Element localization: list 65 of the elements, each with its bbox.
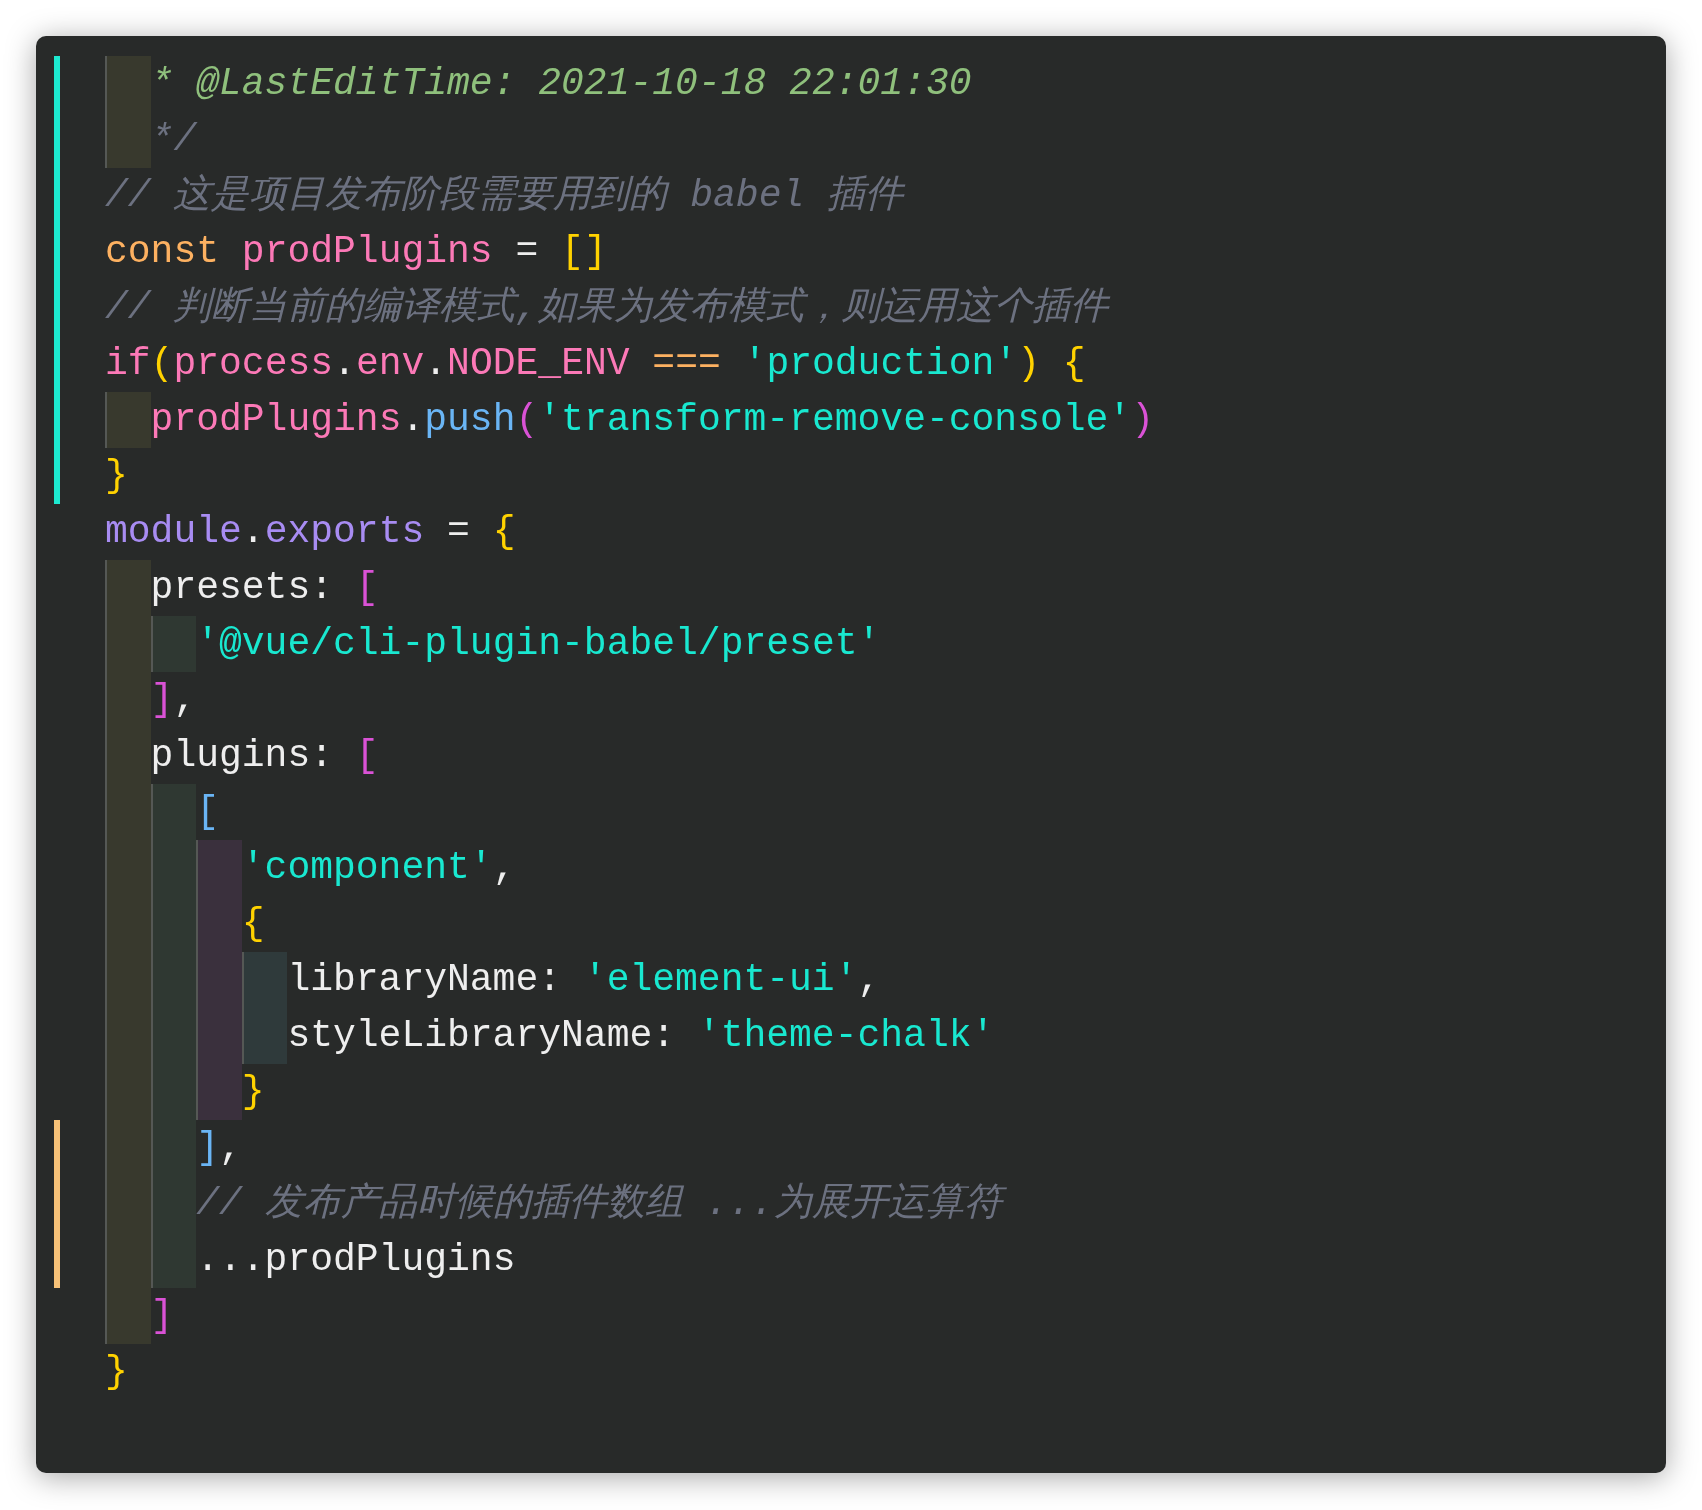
code-token: plugins:: [150, 733, 335, 779]
code-token: .: [401, 397, 425, 443]
code-token: ,: [857, 957, 881, 1003]
code-token: // 判断当前的编译模式,如果为发布模式，则运用这个插件: [105, 285, 1112, 331]
code-token: {: [241, 901, 265, 947]
code-token: */: [150, 117, 199, 163]
code-token: exports: [264, 509, 425, 555]
code-token: env: [355, 341, 425, 387]
code-token: module: [105, 509, 242, 555]
code-token: }: [105, 1349, 128, 1395]
code-token: ,: [173, 677, 197, 723]
code-token: }: [105, 453, 128, 499]
code-token: ]: [150, 677, 174, 723]
code-token: .: [333, 341, 356, 387]
indent-guide: [241, 952, 288, 1008]
code-token: process: [173, 341, 334, 387]
code-token: 'transform-remove-console': [538, 397, 1132, 443]
code-token: // 这是项目发布阶段需要用到的 babel 插件: [105, 173, 907, 219]
code-token: // 发布产品时候的插件数组 ...为展开运算符: [196, 1176, 1010, 1232]
indent-guide: [196, 1064, 242, 1120]
code-token: NODE_ENV: [447, 341, 630, 387]
code-token: {: [492, 509, 516, 555]
indent-guide: [105, 112, 151, 168]
indent-guide: [196, 840, 242, 896]
code-token: ...prodPlugins: [196, 1237, 516, 1283]
indent-guide: [241, 1008, 288, 1064]
code-token: ,: [492, 845, 516, 891]
indent-guide: [105, 560, 151, 616]
code-token: (: [515, 397, 539, 443]
code-token: [: [355, 733, 379, 779]
code-token: [: [355, 565, 379, 611]
indent-guide: [105, 392, 151, 448]
code-token: styleLibraryName:: [287, 1013, 677, 1059]
code-token: presets:: [150, 565, 335, 611]
code-token: ): [1131, 397, 1154, 443]
code-token: []: [561, 229, 607, 275]
code-token: ]: [196, 1125, 219, 1171]
code-token: ]: [150, 1293, 174, 1339]
code-token: push: [424, 397, 516, 443]
code-token: 'component': [241, 845, 493, 891]
code-token: 'production': [743, 341, 1018, 387]
code-token: .: [241, 509, 265, 555]
code-token: libraryName:: [287, 957, 563, 1003]
code-token: prodPlugins: [241, 229, 493, 275]
code-token: prodPlugins: [150, 397, 402, 443]
code-token: 'element-ui': [583, 957, 858, 1003]
code-token: }: [241, 1069, 265, 1115]
code-token: 'theme-chalk': [697, 1013, 995, 1059]
code-token: =: [446, 509, 471, 555]
code-token: =: [514, 229, 540, 275]
code-token: ===: [651, 341, 722, 387]
indent-guide: [105, 56, 151, 112]
indent-guide: [105, 1288, 151, 1344]
indent-guide: [150, 784, 197, 840]
code-token: ,: [219, 1125, 242, 1171]
code-token: [: [196, 789, 219, 835]
code-token: * @LastEditTime: 2021-10-18 22:01:30: [150, 61, 973, 107]
code-token: '@vue/cli-plugin-babel/preset': [196, 621, 881, 667]
code-token: (: [150, 341, 174, 387]
code-token: const: [105, 229, 221, 275]
indent-guide: [150, 616, 197, 672]
code-token: .: [424, 341, 448, 387]
code-token: if: [105, 341, 151, 387]
indent-guide: [150, 1232, 197, 1288]
code-token: ) {: [1017, 341, 1086, 387]
